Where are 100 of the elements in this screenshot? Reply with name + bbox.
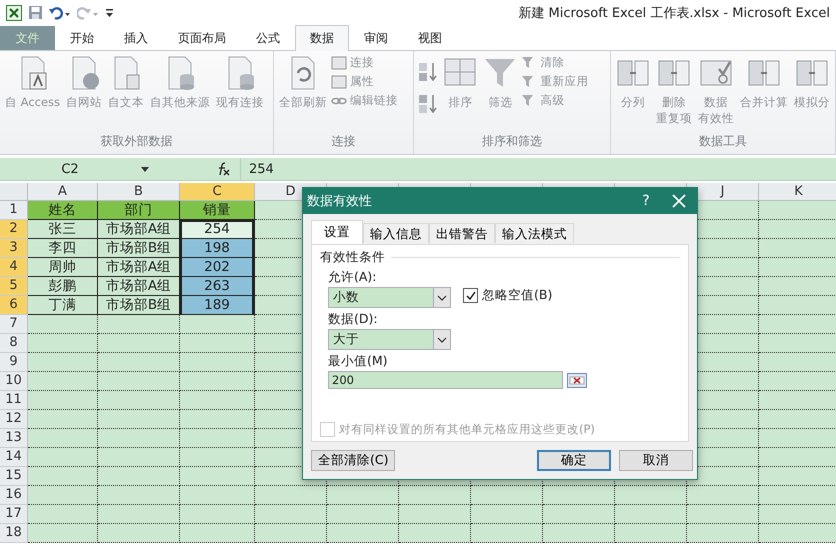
- ok-button[interactable]: 确定: [537, 450, 611, 471]
- table-cell: [327, 486, 399, 505]
- column-title-cell: 部门: [98, 201, 180, 220]
- table-cell: [687, 486, 759, 505]
- ribbon-tab[interactable]: 数据: [295, 25, 349, 51]
- dialog-tab[interactable]: 出错警告: [429, 223, 495, 243]
- ribbon-tab[interactable]: 插入: [109, 26, 163, 50]
- ribbon-tab[interactable]: 公式: [241, 26, 295, 50]
- field-label: 数据(D):: [328, 311, 378, 328]
- help-button[interactable]: ?: [631, 192, 661, 210]
- ribbon-tab[interactable]: 开始: [55, 26, 109, 50]
- table-cell: 254: [180, 220, 255, 239]
- table-cell: [471, 486, 543, 505]
- row-header[interactable]: 12: [0, 410, 28, 429]
- row-header[interactable]: 10: [0, 372, 28, 391]
- row-header[interactable]: 3: [0, 239, 28, 258]
- table-cell: [327, 524, 399, 543]
- row-header[interactable]: 16: [0, 486, 28, 505]
- range-select-icon[interactable]: [567, 372, 587, 388]
- sort-descending-icon[interactable]: [417, 93, 440, 115]
- row-header[interactable]: 1: [0, 201, 28, 220]
- table-cell: 263: [180, 277, 255, 296]
- table-cell: [28, 315, 98, 334]
- table-cell: [28, 372, 98, 391]
- row-header[interactable]: 9: [0, 353, 28, 372]
- table-cell: [687, 505, 759, 524]
- table-cell: [28, 524, 98, 543]
- row-header[interactable]: 18: [0, 524, 28, 543]
- table-cell: 周帅: [28, 258, 98, 277]
- table-cell: [543, 505, 615, 524]
- table-cell: 189: [180, 296, 255, 315]
- table-cell: [615, 505, 687, 524]
- row-header[interactable]: 6: [0, 296, 28, 315]
- ribbon-tab[interactable]: 审阅: [349, 26, 403, 50]
- table-cell: [399, 486, 471, 505]
- table-cell: [28, 486, 98, 505]
- row-header[interactable]: 14: [0, 448, 28, 467]
- table-cell: 202: [180, 258, 255, 277]
- table-cell: [399, 524, 471, 543]
- table-cell: [615, 486, 687, 505]
- ribbon-group-label: 获取外部数据: [100, 133, 173, 150]
- function-icon[interactable]: [216, 162, 230, 176]
- dialog-tab[interactable]: 设置: [311, 220, 363, 244]
- table-cell: [28, 334, 98, 353]
- table-cell: [28, 429, 98, 448]
- table-cell: [543, 486, 615, 505]
- table-cell: [327, 505, 399, 524]
- undo-icon[interactable]: [49, 6, 71, 20]
- table-cell: [399, 505, 471, 524]
- formula-field[interactable]: 254: [240, 158, 836, 180]
- ribbon-tab[interactable]: 视图: [403, 26, 457, 50]
- checkmark-icon: [464, 290, 476, 302]
- table-cell: 李四: [28, 239, 98, 258]
- close-icon: [672, 194, 686, 208]
- window-icon: [331, 74, 348, 88]
- row-header[interactable]: 4: [0, 258, 28, 277]
- allow-dropdown[interactable]: 小数: [328, 287, 451, 308]
- cancel-button[interactable]: 取消: [619, 450, 693, 471]
- table-cell: [255, 524, 327, 543]
- column-header[interactable]: A: [28, 183, 98, 201]
- row-header[interactable]: 15: [0, 467, 28, 486]
- data-dropdown[interactable]: 大于: [328, 329, 451, 350]
- table-cell: [28, 391, 98, 410]
- table-cell: 张三: [28, 220, 98, 239]
- table-cell: [28, 410, 98, 429]
- column-title-cell: 姓名: [28, 201, 98, 220]
- name-box[interactable]: C2: [0, 162, 140, 176]
- row-header[interactable]: 17: [0, 505, 28, 524]
- field-label: 最小值(M): [328, 353, 388, 370]
- table-cell: 丁满: [28, 296, 98, 315]
- row-header[interactable]: 7: [0, 315, 28, 334]
- dialog-tab[interactable]: 输入法模式: [495, 223, 574, 243]
- column-header[interactable]: C: [180, 183, 255, 201]
- row-header[interactable]: 11: [0, 391, 28, 410]
- row-header[interactable]: 13: [0, 429, 28, 448]
- field-label: 允许(A):: [328, 269, 377, 286]
- excel-logo-icon: [6, 4, 22, 20]
- column-title-cell: 销量: [180, 201, 255, 220]
- sort-ascending-icon[interactable]: [417, 61, 440, 83]
- row-header[interactable]: 2: [0, 220, 28, 239]
- row-header[interactable]: 5: [0, 277, 28, 296]
- window-icon: [331, 56, 348, 70]
- table-cell: [471, 505, 543, 524]
- table-cell: [28, 505, 98, 524]
- ribbon-tab[interactable]: 页面布局: [163, 26, 241, 50]
- column-header[interactable]: B: [98, 183, 180, 201]
- dropdown-arrow-icon[interactable]: [140, 164, 150, 174]
- dialog-tab[interactable]: 输入信息: [363, 223, 429, 243]
- table-cell: [28, 467, 98, 486]
- clear-all-button[interactable]: 全部清除(C): [311, 450, 396, 471]
- row-header[interactable]: 8: [0, 334, 28, 353]
- minimum-field[interactable]: 200: [328, 371, 563, 389]
- ribbon-group-label: 连接: [332, 133, 356, 150]
- table-cell: [543, 524, 615, 543]
- save-icon[interactable]: [28, 5, 43, 20]
- column-header[interactable]: K: [759, 183, 836, 201]
- ribbon-group-label: 排序和筛选: [482, 133, 542, 150]
- window-title: 新建 Microsoft Excel 工作表.xlsx - Microsoft Excel: [518, 4, 830, 22]
- ignore-blank-checkbox[interactable]: 忽略空值(B): [463, 287, 552, 304]
- table-cell: [28, 353, 98, 372]
